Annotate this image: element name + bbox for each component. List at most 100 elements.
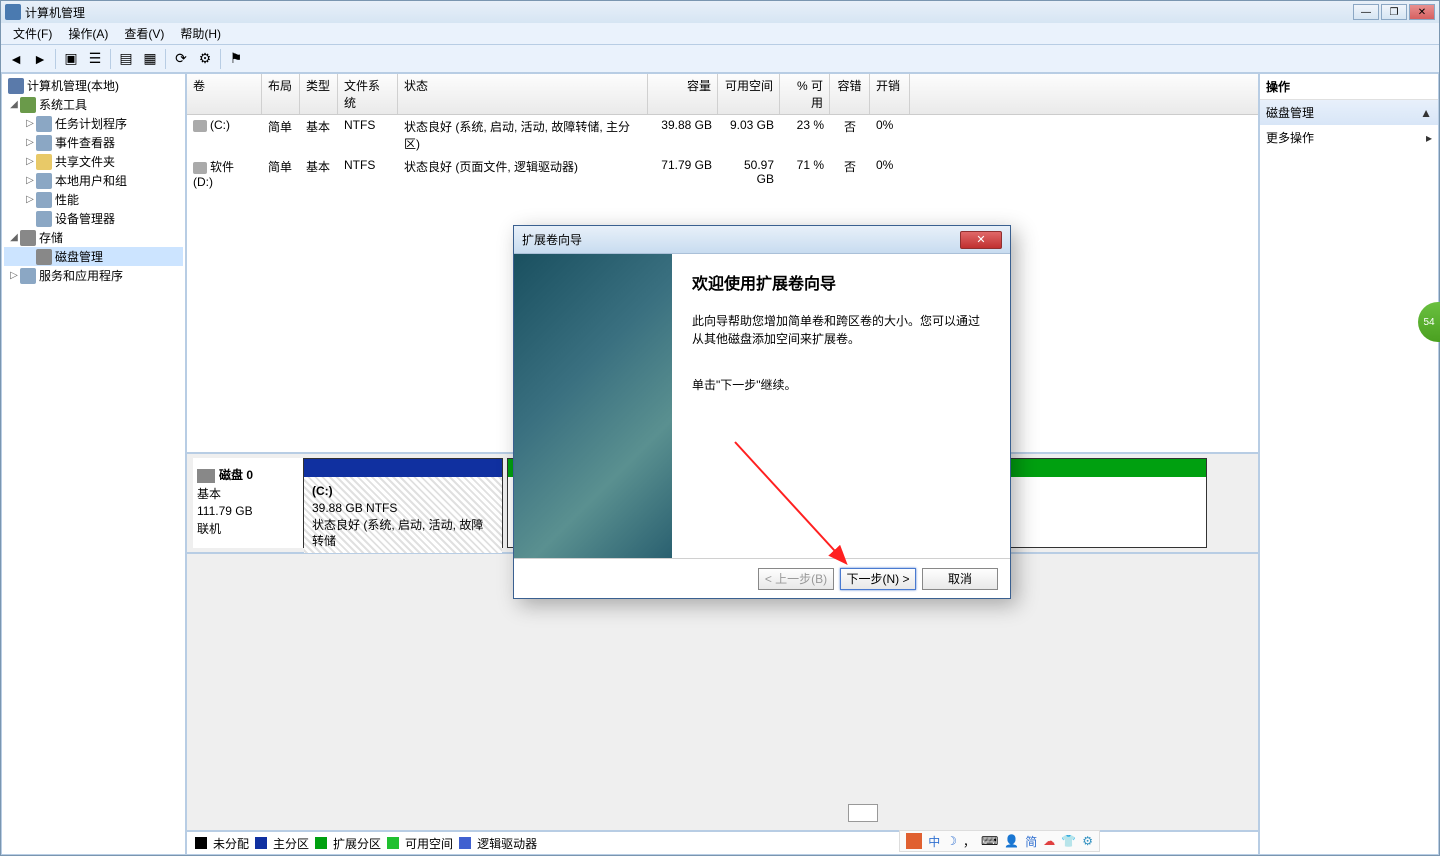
back-button[interactable]: ◄ [5,48,27,70]
tree-root[interactable]: 计算机管理(本地) [4,76,183,95]
col-type[interactable]: 类型 [300,74,338,114]
wizard-banner [514,254,672,558]
menu-action[interactable]: 操作(A) [60,23,116,44]
user-icon[interactable]: 👤 [1004,834,1019,848]
modal-titlebar[interactable]: 扩展卷向导 ✕ [514,226,1010,254]
ime-bar[interactable]: 中 ☽ ， ⌨ 👤 简 ☁ 👕 ⚙ [899,830,1100,852]
properties-button[interactable]: ☰ [84,48,106,70]
next-button[interactable]: 下一步(N) > [840,568,916,590]
wizard-continue-hint: 单击"下一步"继续。 [692,376,990,394]
action-label: 更多操作 [1266,129,1314,146]
shirt-icon[interactable]: 👕 [1061,834,1076,848]
menubar: 文件(F) 操作(A) 查看(V) 帮助(H) [1,23,1439,45]
tree-label: 设备管理器 [55,210,115,227]
ime-punct[interactable]: ， [963,833,975,850]
col-volume[interactable]: 卷 [187,74,262,114]
legend-unalloc: 未分配 [213,835,249,852]
disk-type: 基本 [197,485,299,502]
modal-close-button[interactable]: ✕ [960,231,1002,249]
storage-icon [20,230,36,246]
swatch-primary [255,837,267,849]
folder-icon [36,154,52,170]
tree-services[interactable]: ▷服务和应用程序 [4,266,183,285]
tree-storage[interactable]: ◢存储 [4,228,183,247]
ime-lang[interactable]: 中 [928,833,940,850]
swatch-free [387,837,399,849]
tree-label: 事件查看器 [55,134,115,151]
tree-users[interactable]: ▷本地用户和组 [4,171,183,190]
tree-label: 共享文件夹 [55,153,115,170]
tree-perf[interactable]: ▷性能 [4,190,183,209]
gear-icon[interactable]: ⚙ [1082,834,1093,848]
perf-icon [36,192,52,208]
refresh-button[interactable]: ▤ [115,48,137,70]
legend-free: 可用空间 [405,835,453,852]
titlebar[interactable]: 计算机管理 — ❐ ✕ [1,1,1439,23]
keyboard-icon[interactable]: ⌨ [981,834,998,848]
col-free[interactable]: 可用空间 [718,74,780,114]
menu-view[interactable]: 查看(V) [116,23,172,44]
ime-soft[interactable]: 简 [1025,833,1037,850]
table-row[interactable]: 软件 (D:)简单基本NTFS状态良好 (页面文件, 逻辑驱动器)71.79 G… [187,155,1258,192]
action-more[interactable]: 更多操作▸ [1260,125,1438,150]
table-header: 卷 布局 类型 文件系统 状态 容量 可用空间 % 可用 容错 开销 [187,74,1258,115]
menu-file[interactable]: 文件(F) [5,23,60,44]
col-status[interactable]: 状态 [398,74,648,114]
action-button[interactable]: ⚑ [225,48,247,70]
cloud-icon[interactable]: ☁ [1043,834,1055,848]
tree-label: 本地用户和组 [55,172,127,189]
forward-button[interactable]: ► [29,48,51,70]
disk-partition[interactable]: (C:)39.88 GB NTFS状态良好 (系统, 启动, 活动, 故障转储 [303,458,503,548]
tools-icon [20,97,36,113]
col-fs[interactable]: 文件系统 [338,74,398,114]
col-pctfree[interactable]: % 可用 [780,74,830,114]
app-icon [5,4,21,20]
help-button[interactable]: ⟳ [170,48,192,70]
menu-help[interactable]: 帮助(H) [172,23,229,44]
ime-icon[interactable] [906,833,922,849]
tree-share[interactable]: ▷共享文件夹 [4,152,183,171]
legend-primary: 主分区 [273,835,309,852]
actions-header: 操作 [1260,74,1438,100]
device-icon [36,211,52,227]
tree-task[interactable]: ▷任务计划程序 [4,114,183,133]
maximize-button[interactable]: ❐ [1381,4,1407,20]
col-overhead[interactable]: 开销 [870,74,910,114]
up-button[interactable]: ▣ [60,48,82,70]
empty-box [848,804,878,822]
action-diskmgmt[interactable]: 磁盘管理▲ [1260,100,1438,125]
tree-event[interactable]: ▷事件查看器 [4,133,183,152]
toolbar: ◄ ► ▣ ☰ ▤ ▦ ⟳ ⚙ ⚑ [1,45,1439,73]
wizard-description: 此向导帮助您增加简单卷和跨区卷的大小。您可以通过从其他磁盘添加空间来扩展卷。 [692,312,990,348]
services-icon [20,268,36,284]
settings-button[interactable]: ⚙ [194,48,216,70]
tree-diskmgmt[interactable]: 磁盘管理 [4,247,183,266]
tree-systools[interactable]: ◢系统工具 [4,95,183,114]
col-capacity[interactable]: 容量 [648,74,718,114]
tree-label: 磁盘管理 [55,248,103,265]
disk-label[interactable]: 磁盘 0 基本 111.79 GB 联机 [193,458,303,548]
minimize-button[interactable]: — [1353,4,1379,20]
tree-devmgr[interactable]: 设备管理器 [4,209,183,228]
tree-label: 服务和应用程序 [39,267,123,284]
disk-icon [197,469,215,483]
legend-ext: 扩展分区 [333,835,381,852]
cancel-button[interactable]: 取消 [922,568,998,590]
tree-label: 存储 [39,229,63,246]
tree-label: 任务计划程序 [55,115,127,132]
list-button[interactable]: ▦ [139,48,161,70]
col-fault[interactable]: 容错 [830,74,870,114]
disk-size: 111.79 GB [197,504,299,518]
back-button: < 上一步(B) [758,568,834,590]
badge-count: 54 [1423,317,1434,328]
moon-icon[interactable]: ☽ [946,834,957,848]
actions-panel: 操作 磁盘管理▲ 更多操作▸ [1259,73,1439,855]
swatch-unalloc [195,837,207,849]
swatch-ext [315,837,327,849]
swatch-logical [459,837,471,849]
col-layout[interactable]: 布局 [262,74,300,114]
close-button[interactable]: ✕ [1409,4,1435,20]
table-row[interactable]: (C:)简单基本NTFS状态良好 (系统, 启动, 活动, 故障转储, 主分区)… [187,115,1258,155]
tree-label: 系统工具 [39,96,87,113]
disk-icon [36,249,52,265]
